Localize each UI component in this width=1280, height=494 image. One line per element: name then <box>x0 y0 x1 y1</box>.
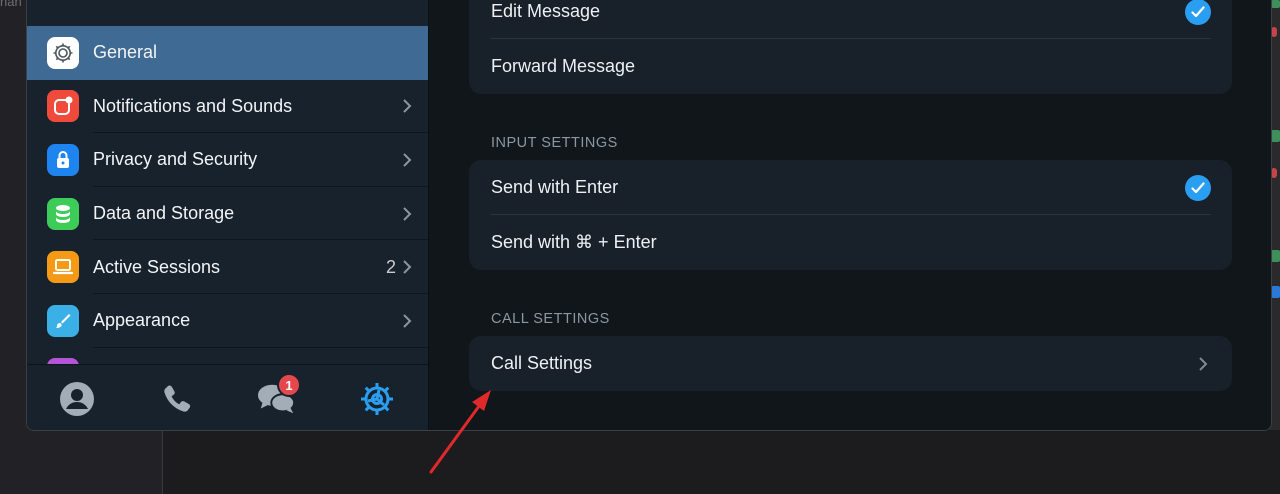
tab-settings[interactable] <box>357 381 397 417</box>
row-label: Send with Enter <box>491 177 619 197</box>
sidebar-item-privacy[interactable]: Privacy and Security <box>27 133 428 187</box>
tab-bar: 1 <box>27 364 428 430</box>
settings-content: Edit Message Forward Message INPUT SETTI… <box>429 0 1271 430</box>
chevron-right-icon <box>402 98 416 114</box>
send-with-enter-row[interactable]: Send with Enter <box>469 160 1232 215</box>
edge-indicator <box>1271 250 1280 262</box>
lock-icon <box>47 143 79 176</box>
edge-indicator <box>1271 286 1280 298</box>
edit-message-row[interactable]: Edit Message <box>469 0 1232 39</box>
settings-window: General Notifications and Sounds Privacy… <box>26 0 1272 431</box>
settings-icon <box>361 383 393 415</box>
laptop-icon <box>47 251 79 284</box>
sidebar: General Notifications and Sounds Privacy… <box>27 0 429 430</box>
sidebar-list: General Notifications and Sounds Privacy… <box>27 26 428 364</box>
unread-badge: 1 <box>277 373 301 397</box>
edge-indicator <box>1271 130 1280 142</box>
row-label: Edit Message <box>491 1 601 21</box>
gear-icon <box>47 36 79 69</box>
brush-icon <box>47 304 79 337</box>
background-text: nan <box>0 0 22 9</box>
call-settings-row[interactable]: Call Settings <box>469 336 1232 391</box>
row-label: Send with ⌘ + Enter <box>491 232 657 252</box>
sidebar-item-label: Data and Storage <box>93 203 235 224</box>
sidebar-item-label: Privacy and Security <box>93 149 258 170</box>
section-title-input-settings: INPUT SETTINGS <box>491 135 618 151</box>
input-settings-group: Send with Enter Send with ⌘ + Enter <box>469 160 1232 270</box>
sidebar-item-label: Appearance <box>93 310 191 331</box>
checkmark-icon <box>1185 174 1211 201</box>
call-settings-group: Call Settings <box>469 336 1232 391</box>
forward-message-row[interactable]: Forward Message <box>469 39 1232 94</box>
edge-indicator <box>1271 0 1280 8</box>
chevron-right-icon <box>402 313 416 329</box>
chevron-right-icon <box>402 259 416 275</box>
row-label: Forward Message <box>491 56 636 76</box>
sidebar-item-appearance[interactable]: Appearance <box>27 294 428 348</box>
sidebar-item-active-sessions[interactable]: Active Sessions 2 <box>27 240 428 294</box>
sidebar-item-notifications[interactable]: Notifications and Sounds <box>27 80 428 134</box>
tab-profile[interactable] <box>57 381 97 417</box>
chevron-right-icon <box>402 206 416 222</box>
profile-icon <box>60 382 94 416</box>
notification-icon <box>47 90 79 123</box>
chevron-right-icon <box>402 152 416 168</box>
messages-group: Edit Message Forward Message <box>469 0 1232 94</box>
section-title-call-settings: CALL SETTINGS <box>491 311 610 327</box>
checkmark-icon <box>1185 0 1211 25</box>
sidebar-item-label: General <box>93 42 158 63</box>
sidebar-item-label: Notifications and Sounds <box>93 95 293 116</box>
sidebar-item-data-storage[interactable]: Data and Storage <box>27 187 428 241</box>
sidebar-item-partial[interactable] <box>27 348 428 364</box>
sidebar-item-label: Active Sessions <box>93 256 221 277</box>
database-icon <box>47 197 79 230</box>
tab-calls[interactable] <box>157 381 197 417</box>
send-with-cmd-enter-row[interactable]: Send with ⌘ + Enter <box>469 215 1232 270</box>
sessions-count: 2 <box>385 256 396 277</box>
background-desktop <box>163 430 1280 494</box>
sidebar-item-general[interactable]: General <box>27 26 428 80</box>
sidebar-header <box>27 0 428 26</box>
chevron-right-icon <box>1198 356 1208 372</box>
phone-icon <box>164 385 191 412</box>
row-label: Call Settings <box>491 353 593 373</box>
